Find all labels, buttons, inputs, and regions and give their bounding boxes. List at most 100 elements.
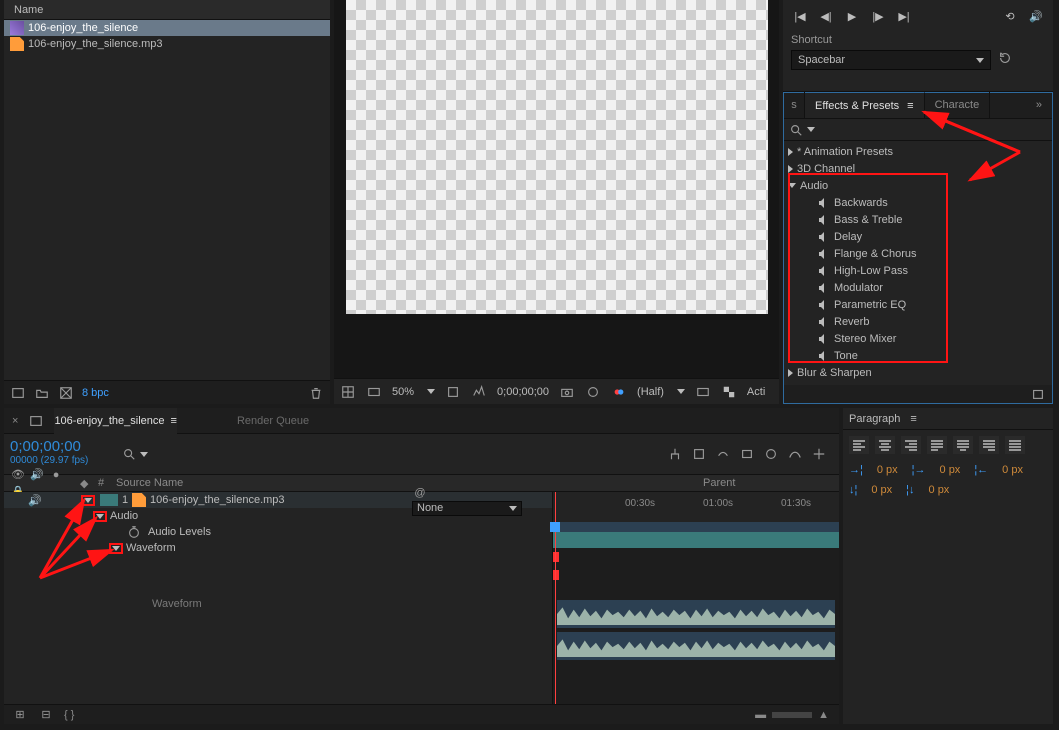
shy-button[interactable] xyxy=(715,446,731,462)
color-mgmt-icon[interactable] xyxy=(611,384,627,400)
indent-right-icon[interactable]: ¦← xyxy=(974,464,988,476)
effect-item[interactable]: Tone xyxy=(784,347,1052,364)
cti-head[interactable] xyxy=(550,522,560,532)
first-frame-button[interactable]: |◀ xyxy=(791,7,809,25)
audio-in-marker[interactable] xyxy=(553,552,559,562)
new-bin-icon[interactable] xyxy=(1030,386,1046,402)
space-before-value[interactable]: 0 px xyxy=(871,484,892,496)
project-bpc[interactable]: 8 bpc xyxy=(82,387,109,399)
graph-editor-button[interactable] xyxy=(787,446,803,462)
render-queue-tab[interactable]: Render Queue xyxy=(237,415,309,427)
layer-bar[interactable] xyxy=(553,532,839,548)
layer-twirl-icon[interactable] xyxy=(84,498,92,503)
tab-truncated-left[interactable]: s xyxy=(784,92,805,118)
time-ruler[interactable]: 00:30s 01:00s 01:30s xyxy=(553,492,839,532)
effect-item[interactable]: Reverb xyxy=(784,313,1052,330)
project-item-comp[interactable]: 106-enjoy_the_silence xyxy=(4,20,330,36)
prop-twirl-icon[interactable] xyxy=(96,514,104,519)
layer-name[interactable]: 106-enjoy_the_silence.mp3 xyxy=(132,493,412,507)
timeline-track-area[interactable]: 00:30s 01:00s 01:30s xyxy=(552,492,839,704)
overflow-button[interactable]: » xyxy=(1026,92,1052,118)
toggle-modes-button[interactable]: ⊟ xyxy=(38,707,54,723)
indent-first-value[interactable]: 0 px xyxy=(940,464,961,476)
frame-blend-button[interactable] xyxy=(739,446,755,462)
panel-menu-icon[interactable]: ≡ xyxy=(910,413,916,425)
justify-last-right-button[interactable] xyxy=(979,436,999,454)
comp-timecode[interactable]: 0;00;00;00 xyxy=(497,386,549,398)
video-col-icon[interactable]: 👁 xyxy=(10,467,26,483)
new-folder-icon[interactable] xyxy=(34,385,50,401)
show-channel-icon[interactable] xyxy=(585,384,601,400)
snapshot-icon[interactable] xyxy=(559,384,575,400)
zoom-out-icon[interactable]: ▬ xyxy=(755,709,766,721)
label-col-icon[interactable]: ◆ xyxy=(76,477,94,490)
effect-item[interactable]: Bass & Treble xyxy=(784,211,1052,228)
toggle-switches-button[interactable]: ⊞ xyxy=(12,707,28,723)
effect-item[interactable]: High-Low Pass xyxy=(784,262,1052,279)
transparency-icon[interactable] xyxy=(721,384,737,400)
justify-last-left-button[interactable] xyxy=(927,436,947,454)
resolution-icon[interactable] xyxy=(445,384,461,400)
timeline-layer-outline[interactable]: 🔊 1 106-enjoy_the_silence.mp3 @ None Aud… xyxy=(4,492,552,704)
next-frame-button[interactable]: |▶ xyxy=(869,7,887,25)
audio-switch-icon[interactable]: 🔊 xyxy=(28,495,42,507)
effects-search[interactable] xyxy=(784,119,1052,141)
indent-first-icon[interactable]: ¦→ xyxy=(912,464,926,476)
channel-icon[interactable] xyxy=(471,384,487,400)
last-frame-button[interactable]: ▶| xyxy=(895,7,913,25)
toggle-mask-icon[interactable] xyxy=(366,384,382,400)
prop-waveform[interactable]: Waveform xyxy=(4,540,552,556)
comp-flowchart-button[interactable] xyxy=(667,446,683,462)
tab-effects-presets[interactable]: Effects & Presets ≡ xyxy=(805,92,925,118)
source-name-col[interactable]: Source Name xyxy=(112,477,699,489)
effect-item[interactable]: Parametric EQ xyxy=(784,296,1052,313)
reset-icon[interactable] xyxy=(997,50,1013,66)
loop-button[interactable]: ⟲ xyxy=(1001,7,1019,25)
trash-icon[interactable] xyxy=(308,385,324,401)
region-of-interest-icon[interactable] xyxy=(695,384,711,400)
align-right-button[interactable] xyxy=(901,436,921,454)
space-after-icon[interactable]: ¦↓ xyxy=(906,484,914,496)
parent-col[interactable]: Parent xyxy=(699,477,839,489)
shortcut-dropdown[interactable]: Spacebar xyxy=(791,50,991,70)
grid-icon[interactable] xyxy=(340,384,356,400)
indent-left-icon[interactable]: →¦ xyxy=(849,464,863,476)
align-center-button[interactable] xyxy=(875,436,895,454)
effect-item[interactable]: Delay xyxy=(784,228,1052,245)
work-area-bar[interactable] xyxy=(553,522,839,532)
zoom-slider[interactable] xyxy=(772,712,812,718)
resolution-value[interactable]: (Half) xyxy=(637,386,664,398)
stopwatch-icon[interactable] xyxy=(126,524,142,540)
timeline-search[interactable] xyxy=(114,434,154,474)
project-list[interactable]: 106-enjoy_the_silence 106-enjoy_the_sile… xyxy=(4,20,330,380)
justify-all-button[interactable] xyxy=(1005,436,1025,454)
project-item-audio[interactable]: 106-enjoy_the_silence.mp3 xyxy=(4,36,330,52)
timeline-tab[interactable]: 106-enjoy_the_silence≡ xyxy=(54,408,177,434)
effect-item[interactable]: Flange & Chorus xyxy=(784,245,1052,262)
layer-row[interactable]: 🔊 1 106-enjoy_the_silence.mp3 @ None xyxy=(4,492,552,508)
effect-item[interactable]: Backwards xyxy=(784,194,1052,211)
justify-last-center-button[interactable] xyxy=(953,436,973,454)
pickwhip-icon[interactable]: @ xyxy=(412,485,428,501)
effects-category[interactable]: 3D Channel xyxy=(784,160,1052,177)
solo-col-icon[interactable]: ● xyxy=(48,467,64,483)
indent-right-value[interactable]: 0 px xyxy=(1002,464,1023,476)
parent-dropdown[interactable]: None xyxy=(412,501,522,516)
mute-button[interactable]: 🔊 xyxy=(1027,7,1045,25)
space-after-value[interactable]: 0 px xyxy=(929,484,950,496)
zoom-in-icon[interactable]: ▲ xyxy=(818,709,829,721)
prop-audio-levels[interactable]: Audio Levels xyxy=(4,524,552,540)
prev-frame-button[interactable]: ◀| xyxy=(817,7,835,25)
effects-list[interactable]: * Animation Presets 3D Channel Audio Bac… xyxy=(784,141,1052,385)
panel-menu-icon[interactable]: ≡ xyxy=(171,415,177,427)
close-tab-icon[interactable]: × xyxy=(12,415,18,427)
panel-menu-icon[interactable]: ≡ xyxy=(907,100,913,112)
zoom-value[interactable]: 50% xyxy=(392,386,414,398)
column-name[interactable]: Name xyxy=(4,4,43,16)
prop-twirl-icon[interactable] xyxy=(112,546,120,551)
space-before-icon[interactable]: ↓¦ xyxy=(849,484,857,496)
new-comp-icon[interactable] xyxy=(58,385,74,401)
brainstorm-button[interactable] xyxy=(811,446,827,462)
effects-category-audio[interactable]: Audio xyxy=(784,177,1052,194)
play-button[interactable]: ▶ xyxy=(843,7,861,25)
